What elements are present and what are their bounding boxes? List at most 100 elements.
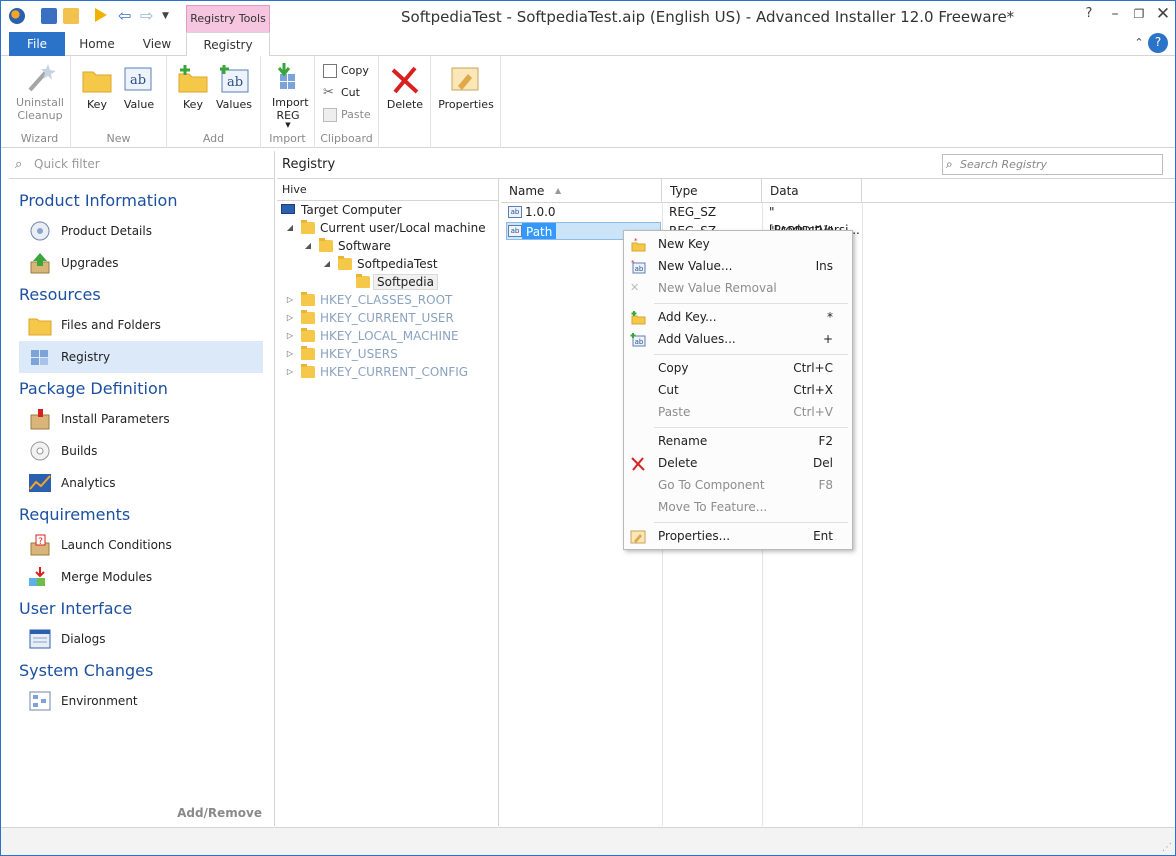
ribbon-help-icon[interactable]: ? <box>1148 33 1168 53</box>
tab-registry[interactable]: Registry <box>186 32 270 57</box>
new-value-button[interactable]: ab Value <box>119 64 159 111</box>
string-value-icon: ab <box>508 206 522 218</box>
registry-icon <box>28 346 52 368</box>
search-registry-input[interactable]: ⌕ Search Registry <box>942 154 1163 175</box>
nav-item-analytics[interactable]: Analytics <box>19 467 263 499</box>
close-button[interactable]: ✕ <box>1150 3 1175 25</box>
left-navigation-pane: ⌕ Quick filter Product Information Produ… <box>9 151 275 826</box>
tree-node-softpediatest[interactable]: ◢ SoftpediaTest <box>322 255 438 273</box>
menu-item-copy[interactable]: Copy Ctrl+C <box>624 357 852 379</box>
properties-button[interactable]: Properties <box>435 64 497 111</box>
expand-arrow-icon[interactable]: ▷ <box>285 363 295 381</box>
add-values-label: Values <box>216 98 252 111</box>
menu-label: Paste <box>658 405 691 419</box>
nav-item-launch-conditions[interactable]: ? Launch Conditions <box>19 529 263 561</box>
tree-node-target-computer[interactable]: Target Computer <box>281 201 402 219</box>
nav-label-product-details: Product Details <box>61 224 152 238</box>
menu-item-new-key[interactable]: * New Key <box>624 233 852 255</box>
menu-label: Add Key... <box>658 310 717 324</box>
maximize-button[interactable]: ❐ <box>1126 3 1152 25</box>
tree-node-software[interactable]: ◢ Software <box>303 237 391 255</box>
svg-text:ab: ab <box>635 265 644 273</box>
nav-item-dialogs[interactable]: Dialogs <box>19 623 263 655</box>
delete-button[interactable]: Delete <box>383 64 427 111</box>
delete-icon <box>630 456 646 471</box>
save-icon[interactable] <box>41 8 57 24</box>
minimize-button[interactable]: – <box>1102 3 1128 25</box>
menu-item-new-value[interactable]: ab * New Value... Ins <box>624 255 852 277</box>
nav-item-install-parameters[interactable]: Install Parameters <box>19 403 263 435</box>
nav-item-merge-modules[interactable]: Merge Modules <box>19 561 263 593</box>
copy-button[interactable]: Copy <box>321 61 369 81</box>
menu-item-go-to-component[interactable]: Go To Component F8 <box>624 474 852 496</box>
cut-button[interactable]: ✂ Cut <box>321 83 360 103</box>
ribbon-group-properties: Properties <box>431 56 501 148</box>
tree-node-hkey-current-user[interactable]: ▷ HKEY_CURRENT_USER <box>285 309 454 327</box>
add-key-button[interactable]: Key <box>173 64 213 111</box>
menu-item-rename[interactable]: Rename F2 <box>624 430 852 452</box>
nav-item-registry[interactable]: Registry <box>19 341 263 373</box>
table-row[interactable]: ab 1.0.0 REG_SZ "[ProductVersi... <box>501 203 862 237</box>
nav-item-upgrades[interactable]: Upgrades <box>19 247 263 279</box>
nav-item-product-details[interactable]: Product Details <box>19 215 263 247</box>
column-header-data[interactable]: Data <box>762 179 862 203</box>
menu-item-properties[interactable]: Properties... Ent <box>624 525 852 547</box>
paste-button[interactable]: Paste <box>321 105 371 125</box>
tab-file[interactable]: File <box>9 32 65 56</box>
new-key-button[interactable]: Key <box>77 64 117 111</box>
builds-disc-icon <box>28 440 52 462</box>
run-icon[interactable] <box>95 8 107 22</box>
menu-separator <box>654 354 848 355</box>
nav-item-files-and-folders[interactable]: Files and Folders <box>19 309 263 341</box>
scissors-icon: ✂ <box>323 85 334 100</box>
build-icon[interactable] <box>63 8 79 24</box>
menu-shortcut: Ctrl+V <box>793 405 833 419</box>
expand-arrow-icon[interactable]: ▷ <box>285 309 295 327</box>
expand-arrow-icon[interactable]: ▷ <box>285 345 295 363</box>
nav-item-builds[interactable]: Builds <box>19 435 263 467</box>
expand-arrow-icon[interactable]: ▷ <box>285 327 295 345</box>
expand-arrow-icon[interactable]: ▷ <box>285 291 295 309</box>
collapse-arrow-icon[interactable]: ◢ <box>285 219 295 237</box>
menu-item-delete[interactable]: Delete Del <box>624 452 852 474</box>
string-value-icon: ab <box>123 64 155 96</box>
tree-node-hkey-local-machine[interactable]: ▷ HKEY_LOCAL_MACHINE <box>285 327 459 345</box>
add-values-button[interactable]: ab Values <box>213 64 255 111</box>
tree-node-current-user-local-machine[interactable]: ◢ Current user/Local machine <box>285 219 486 237</box>
product-details-icon <box>28 220 52 242</box>
search-registry-placeholder: Search Registry <box>960 158 1048 171</box>
menu-item-cut[interactable]: Cut Ctrl+X <box>624 379 852 401</box>
column-header-type[interactable]: Type <box>662 179 762 203</box>
folder-icon <box>301 328 315 342</box>
tree-node-hkey-users[interactable]: ▷ HKEY_USERS <box>285 345 398 363</box>
hive-column-header[interactable]: Hive <box>277 179 498 201</box>
new-key-label: Key <box>87 98 107 111</box>
nav-label-install-parameters: Install Parameters <box>61 412 170 426</box>
back-icon[interactable]: ⇦ <box>118 8 134 24</box>
nav-label-files-and-folders: Files and Folders <box>61 318 161 332</box>
menu-item-new-value-removal[interactable]: ✕ New Value Removal <box>624 277 852 299</box>
forward-icon[interactable]: ⇨ <box>140 8 156 24</box>
customize-qat-icon[interactable]: ▼ <box>162 8 178 24</box>
tab-view[interactable]: View <box>131 32 183 56</box>
tree-node-softpedia[interactable]: Softpedia <box>356 273 438 291</box>
tree-node-hkey-classes-root[interactable]: ▷ HKEY_CLASSES_ROOT <box>285 291 452 309</box>
menu-shortcut: Ent <box>813 529 833 543</box>
properties-icon <box>630 529 646 544</box>
rename-edit-box[interactable]: Path <box>522 223 557 239</box>
collapse-arrow-icon[interactable]: ◢ <box>322 255 332 273</box>
uninstall-cleanup-button[interactable]: Uninstall Cleanup <box>11 62 69 122</box>
tree-node-hkey-current-config[interactable]: ▷ HKEY_CURRENT_CONFIG <box>285 363 468 381</box>
help-icon[interactable]: ? <box>1076 3 1102 25</box>
add-remove-link[interactable]: Add/Remove <box>177 806 262 820</box>
menu-item-add-key[interactable]: Add Key... * <box>624 306 852 328</box>
collapse-arrow-icon[interactable]: ◢ <box>303 237 313 255</box>
menu-item-move-to-feature[interactable]: Move To Feature... <box>624 496 852 518</box>
menu-item-paste[interactable]: Paste Ctrl+V <box>624 401 852 423</box>
column-header-name[interactable]: Name ▲ <box>501 179 662 203</box>
quick-filter[interactable]: ⌕ Quick filter <box>9 151 275 179</box>
tab-home[interactable]: Home <box>71 32 123 56</box>
import-reg-button[interactable]: Import REG ▼ <box>265 62 311 129</box>
menu-item-add-values[interactable]: ab Add Values... + <box>624 328 852 350</box>
nav-item-environment[interactable]: Environment <box>19 685 263 717</box>
